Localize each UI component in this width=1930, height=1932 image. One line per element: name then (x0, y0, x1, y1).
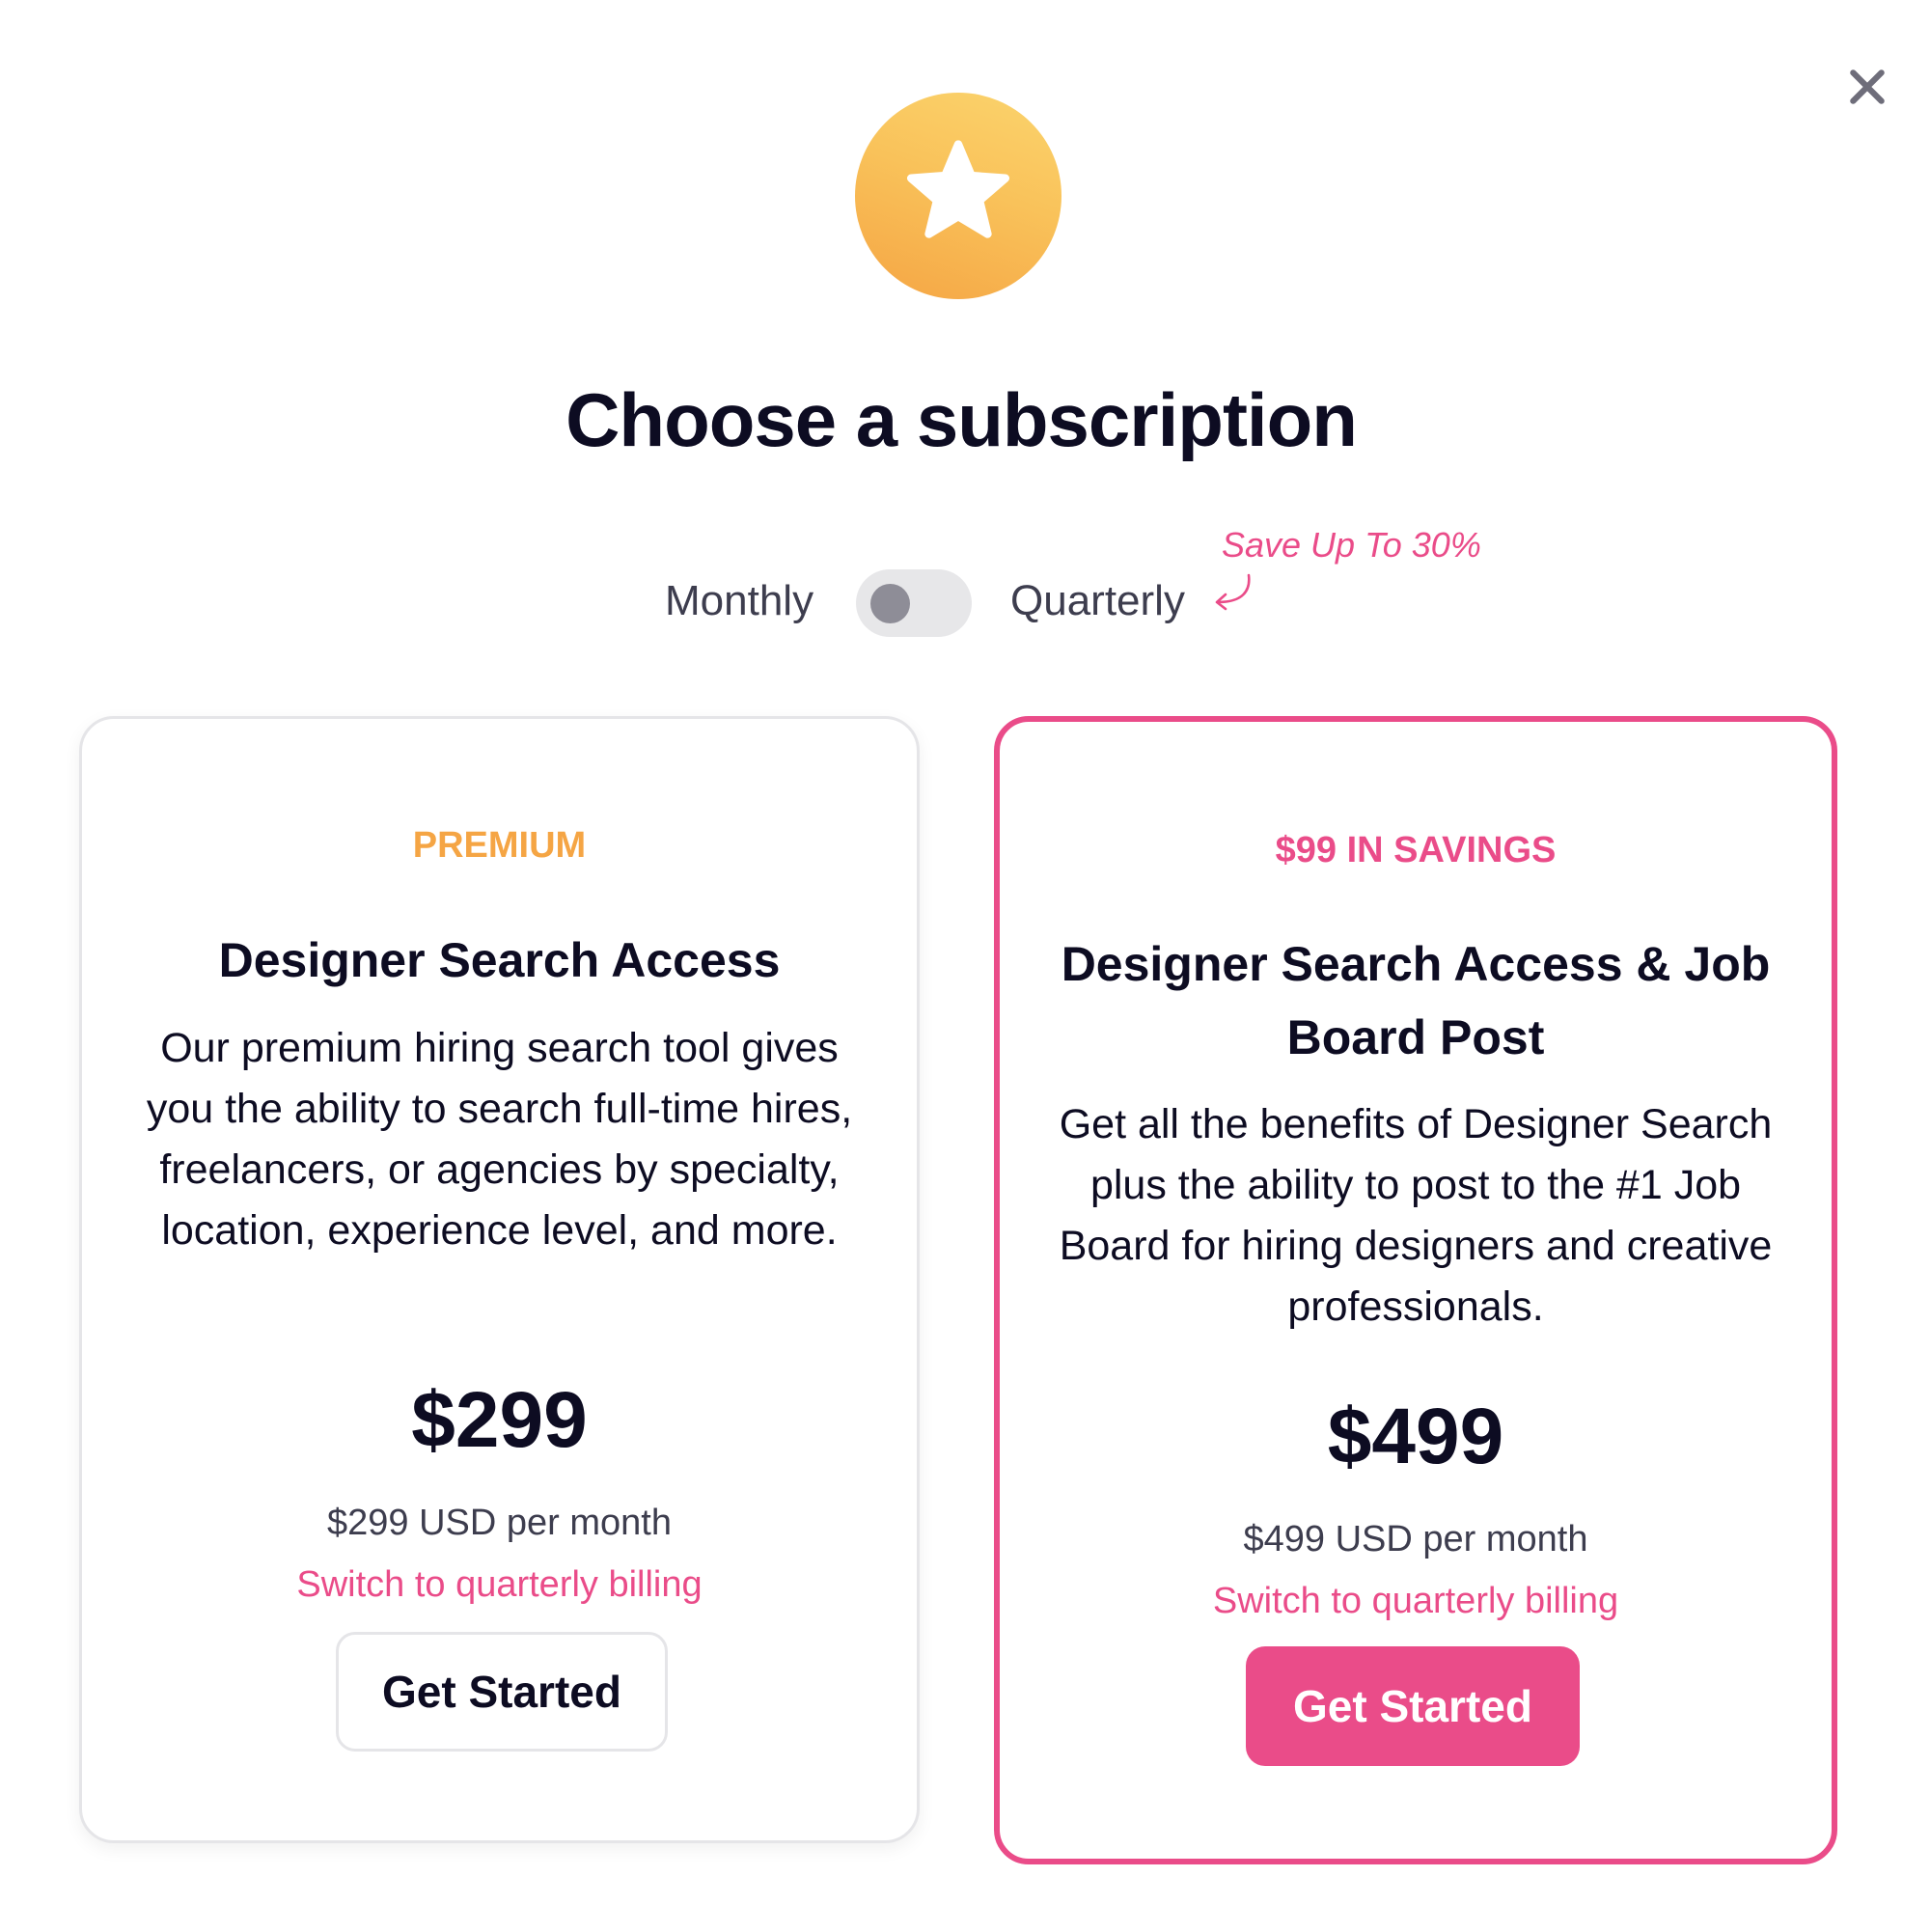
save-note: Save Up To 30% (1222, 525, 1481, 565)
switch-quarterly-link[interactable]: Switch to quarterly billing (82, 1564, 917, 1606)
plan-tag: $99 IN SAVINGS (1275, 830, 1557, 870)
monthly-label[interactable]: Monthly (665, 577, 813, 625)
close-icon (1850, 69, 1885, 104)
billing-toggle-row: Monthly Quarterly (0, 569, 1930, 639)
plan-description: Get all the benefits of Designer Search … (1059, 1101, 1773, 1330)
get-started-button[interactable]: Get Started (336, 1632, 668, 1752)
plan-description: Our premium hiring search tool gives you… (146, 1025, 853, 1254)
get-started-button[interactable]: Get Started (1246, 1646, 1580, 1766)
plan-name: Designer Search Access & Job Board Post (1061, 937, 1771, 1064)
quarterly-label[interactable]: Quarterly (1010, 577, 1185, 625)
plan-card-premium: PREMIUM Designer Search Access Our premi… (79, 716, 920, 1843)
plan-period: $299 USD per month (327, 1503, 672, 1543)
plan-tag: PREMIUM (412, 825, 587, 866)
plan-price: $299 (411, 1376, 588, 1464)
plan-price: $499 (1327, 1393, 1504, 1480)
page-title: Choose a subscription (565, 377, 1358, 462)
subscription-badge (855, 93, 1062, 299)
plan-period: $499 USD per month (1243, 1519, 1588, 1559)
toggle-knob (870, 584, 910, 623)
plan-card-bundle: $99 IN SAVINGS Designer Search Access & … (994, 716, 1837, 1864)
curved-arrow-icon (1215, 573, 1251, 611)
billing-period-toggle[interactable] (856, 569, 972, 637)
close-button[interactable] (1838, 58, 1896, 116)
star-icon (906, 140, 1010, 238)
switch-quarterly-link[interactable]: Switch to quarterly billing (1000, 1581, 1832, 1622)
plan-name: Designer Search Access (218, 933, 781, 987)
